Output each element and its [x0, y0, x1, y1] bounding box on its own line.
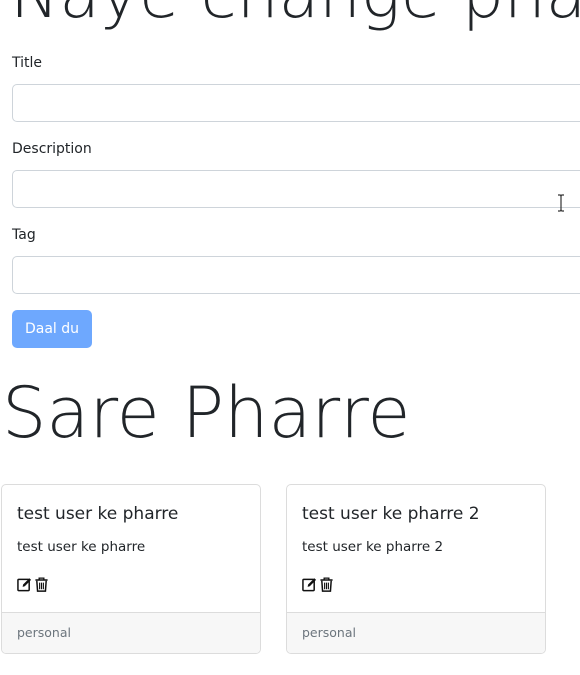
description-label: Description: [12, 141, 92, 157]
submit-button[interactable]: Daal du: [12, 310, 92, 348]
tag-label: Tag: [12, 227, 36, 243]
note-card: test user ke pharre 2 test user ke pharr…: [286, 484, 546, 654]
notes-section-heading: Sare Pharre: [2, 372, 411, 454]
trash-icon[interactable]: [34, 577, 49, 592]
note-actions: [302, 577, 334, 592]
edit-icon[interactable]: [17, 577, 32, 592]
note-title: test user ke pharre 2: [302, 504, 480, 524]
tag-input[interactable]: [12, 256, 580, 294]
add-note-heading: Naye change pharre: [10, 0, 580, 28]
title-input[interactable]: [12, 84, 580, 122]
note-title: test user ke pharre: [17, 504, 179, 524]
note-tag: personal: [2, 612, 260, 653]
note-card: test user ke pharre test user ke pharre …: [1, 484, 261, 654]
note-description: test user ke pharre: [17, 539, 146, 555]
title-label: Title: [12, 55, 43, 71]
note-actions: [17, 577, 49, 592]
text-cursor-icon: [558, 194, 564, 212]
note-tag: personal: [287, 612, 545, 653]
description-input[interactable]: [12, 170, 580, 208]
note-description: test user ke pharre 2: [302, 539, 444, 555]
page: Naye change pharre Title Description Tag…: [0, 0, 580, 675]
edit-icon[interactable]: [302, 577, 317, 592]
trash-icon[interactable]: [319, 577, 334, 592]
